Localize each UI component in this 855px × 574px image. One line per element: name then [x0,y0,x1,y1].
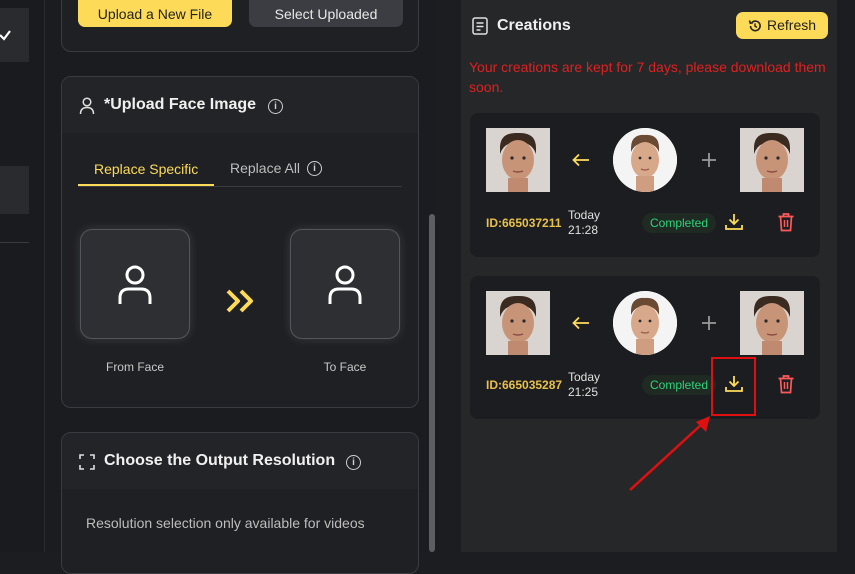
replace-all-info-icon[interactable]: i [307,161,322,176]
scrollbar-thumb[interactable] [429,214,435,552]
from-face-label: From Face [105,360,164,374]
target-image-thumbnail[interactable] [740,291,804,355]
trash-icon[interactable] [777,212,795,232]
tab-replace-specific[interactable]: Replace Specific [94,161,198,177]
output-resolution-header: Choose the Output Resolution i [62,433,418,489]
user-icon [79,97,95,115]
status-badge: Completed [642,375,716,395]
person-icon [328,265,362,304]
from-face-upload-box[interactable] [80,229,190,339]
upload-file-card: Upload a New File Select Uploaded [61,0,419,52]
to-face-upload-box[interactable] [290,229,400,339]
resolution-note: Resolution selection only available for … [86,515,365,531]
creation-id: ID:665035287 [486,378,563,392]
select-uploaded-button[interactable]: Select Uploaded [249,0,403,27]
expand-frame-icon [79,454,95,470]
resolution-info-icon[interactable]: i [346,455,361,470]
nav-item[interactable] [0,166,29,214]
plus-icon [702,316,716,330]
creation-date: Today [568,370,601,384]
creations-title: Creations [497,17,571,34]
upload-face-card: *Upload Face Image i Replace Specific Re… [61,76,419,408]
creation-time: 21:25 [568,385,599,399]
nav-divider [0,242,29,243]
person-icon [118,265,152,304]
info-icon[interactable]: i [268,99,283,114]
creation-date: Today [568,208,601,222]
check-icon [0,30,11,41]
target-image-thumbnail[interactable] [740,128,804,192]
upload-face-header: *Upload Face Image i [62,77,418,133]
upload-face-title: *Upload Face Image [104,96,257,113]
settings-panel: Upload a New File Select Uploaded *Uploa… [45,0,435,574]
download-icon[interactable] [724,212,744,232]
history-icon [748,20,761,32]
result-face-preview[interactable] [613,291,677,355]
source-image-thumbnail[interactable] [486,128,550,192]
creation-timestamp: Today 21:25 [568,370,600,400]
annotation-arrow [629,416,710,491]
creation-card: ID:665037211 Today 21:28 Completed [470,113,820,257]
status-badge: Completed [642,213,716,233]
document-icon [472,17,488,35]
refresh-label: Refresh [767,17,817,33]
source-image-thumbnail[interactable] [486,291,550,355]
creation-id: ID:665037211 [486,216,562,230]
double-chevron-right-icon [226,289,253,313]
plus-icon [702,153,716,167]
arrow-left-icon [572,153,589,167]
output-resolution-title: Choose the Output Resolution [104,452,336,469]
result-face-preview[interactable] [613,128,677,192]
output-resolution-card: Choose the Output Resolution i Resolutio… [61,432,419,574]
nav-item-selected[interactable] [0,8,29,62]
creation-timestamp: Today 21:28 [568,208,600,238]
to-face-label: To Face [323,360,367,374]
creation-card: ID:665035287 Today 21:25 Completed [470,276,820,419]
tabs-divider [78,186,402,187]
tab-replace-all[interactable]: Replace All [230,160,300,176]
retention-notice: Your creations are kept for 7 days, plea… [469,59,826,95]
left-nav-strip [0,0,45,552]
refresh-button[interactable]: Refresh [736,12,828,39]
upload-new-file-button[interactable]: Upload a New File [78,0,232,27]
arrow-left-icon [572,316,589,330]
trash-icon[interactable] [777,374,795,394]
creation-time: 21:28 [568,223,599,237]
